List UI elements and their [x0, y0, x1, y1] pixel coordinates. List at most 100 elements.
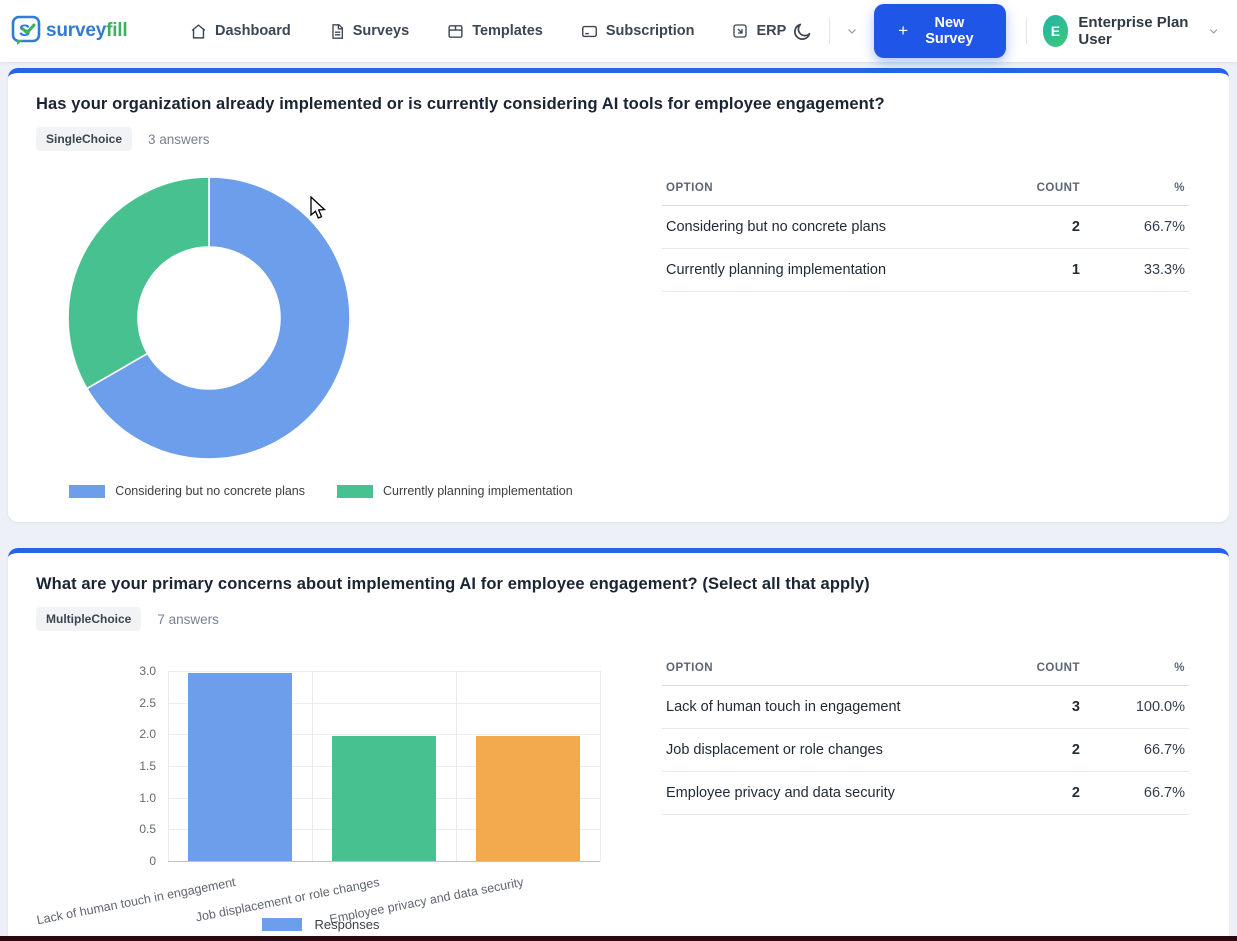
category-separator-line — [168, 671, 169, 861]
table-header-row: OPTION COUNT % — [662, 653, 1189, 686]
question-type-badge: SingleChoice — [36, 127, 132, 151]
pct-cell: 66.7% — [1084, 729, 1189, 772]
results-table-area: OPTION COUNT % Considering but no concre… — [662, 169, 1189, 498]
count-cell: 2 — [964, 772, 1084, 815]
y-axis-tick-label: 0.5 — [36, 822, 156, 836]
pct-cell: 66.7% — [1084, 206, 1189, 249]
donut-slice[interactable] — [68, 177, 209, 389]
nav-item-erp[interactable]: ERP — [732, 23, 786, 39]
column-header-count: COUNT — [964, 173, 1084, 206]
avatar: E — [1043, 15, 1069, 47]
bar[interactable] — [188, 673, 292, 861]
bar-chart-area: 3.02.52.01.51.00.50Lack of human touch i… — [36, 649, 636, 933]
legend-item: Currently planning implementation — [337, 484, 573, 498]
bar-chart-legend: Responses — [36, 917, 606, 932]
nav-item-surveys[interactable]: Surveys — [329, 23, 409, 40]
option-cell: Job displacement or role changes — [662, 729, 964, 772]
home-icon — [190, 23, 207, 40]
column-header-pct: % — [1084, 173, 1189, 206]
brand-logo[interactable]: S surveyfill — [10, 14, 160, 48]
legend-label: Currently planning implementation — [383, 484, 573, 498]
option-cell: Considering but no concrete plans — [662, 206, 964, 249]
nav-item-templates[interactable]: Templates — [447, 23, 543, 40]
legend-swatch — [262, 918, 302, 931]
table-row: Considering but no concrete plans 2 66.7… — [662, 206, 1189, 249]
nav-item-dashboard[interactable]: Dashboard — [190, 23, 291, 40]
column-header-count: COUNT — [964, 653, 1084, 686]
theme-dropdown-button[interactable] — [840, 19, 864, 43]
user-menu[interactable]: E Enterprise Plan User — [1043, 14, 1219, 48]
count-cell: 2 — [964, 206, 1084, 249]
option-cell: Lack of human touch in engagement — [662, 686, 964, 729]
bar[interactable] — [332, 736, 436, 861]
table-row: Employee privacy and data security 2 66.… — [662, 772, 1189, 815]
brand-name: surveyfill — [46, 20, 127, 42]
bottom-edge-bar — [0, 936, 1237, 941]
donut-legend: Considering but no concrete plans Current… — [8, 484, 636, 498]
main-nav: Dashboard Surveys Templates Subscription… — [190, 23, 786, 40]
question-title: What are your primary concerns about imp… — [36, 575, 1201, 594]
results-table: OPTION COUNT % Considering but no concre… — [662, 173, 1189, 292]
count-cell: 1 — [964, 249, 1084, 292]
category-separator-line — [456, 671, 457, 861]
y-axis-tick-label: 0 — [36, 854, 156, 868]
legend-swatch — [69, 485, 105, 498]
table-row: Lack of human touch in engagement 3 100.… — [662, 686, 1189, 729]
external-link-icon — [732, 23, 748, 39]
bar-chart-plot-area — [168, 671, 600, 861]
legend-label: Considering but no concrete plans — [115, 484, 305, 498]
y-axis-tick-label: 2.0 — [36, 727, 156, 741]
y-axis-tick-label: 1.0 — [36, 791, 156, 805]
answers-count: 7 answers — [157, 612, 219, 627]
layout-grid-icon — [447, 23, 464, 40]
nav-label: ERP — [756, 23, 786, 39]
divider — [829, 18, 830, 44]
nav-label: Templates — [472, 23, 543, 39]
results-page: Has your organization already implemente… — [0, 62, 1237, 941]
user-name: Enterprise Plan User — [1078, 14, 1197, 48]
y-axis-tick-label: 1.5 — [36, 759, 156, 773]
column-header-pct: % — [1084, 653, 1189, 686]
table-header-row: OPTION COUNT % — [662, 173, 1189, 206]
y-axis-tick-label: 3.0 — [36, 664, 156, 678]
option-cell: Currently planning implementation — [662, 249, 964, 292]
column-header-option: OPTION — [662, 653, 964, 686]
pct-cell: 33.3% — [1084, 249, 1189, 292]
nav-label: Surveys — [353, 23, 409, 39]
donut-chart-area: Considering but no concrete plans Current… — [36, 169, 636, 498]
nav-label: Subscription — [606, 23, 695, 39]
nav-item-subscription[interactable]: Subscription — [581, 23, 695, 40]
legend-item: Considering but no concrete plans — [69, 484, 305, 498]
surveyfill-logo-icon: S — [10, 14, 44, 48]
pct-cell: 100.0% — [1084, 686, 1189, 729]
moon-icon — [792, 21, 813, 42]
y-axis-tick-label: 2.5 — [36, 696, 156, 710]
question-type-badge: MultipleChoice — [36, 607, 141, 631]
results-table: OPTION COUNT % Lack of human touch in en… — [662, 653, 1189, 815]
divider — [1026, 18, 1027, 44]
bar-chart[interactable]: 3.02.52.01.51.00.50Lack of human touch i… — [36, 665, 606, 933]
column-header-option: OPTION — [662, 173, 964, 206]
category-separator-line — [312, 671, 313, 861]
option-cell: Employee privacy and data security — [662, 772, 964, 815]
pct-cell: 66.7% — [1084, 772, 1189, 815]
new-survey-label: New Survey — [917, 15, 982, 47]
legend-swatch — [337, 485, 373, 498]
table-row: Currently planning implementation 1 33.3… — [662, 249, 1189, 292]
legend-label: Responses — [314, 917, 379, 932]
question-title: Has your organization already implemente… — [36, 95, 1201, 114]
new-survey-button[interactable]: + New Survey — [874, 4, 1006, 58]
bar[interactable] — [476, 736, 580, 861]
theme-toggle-button[interactable] — [786, 15, 819, 48]
chevron-down-icon — [846, 25, 858, 37]
donut-chart[interactable] — [64, 173, 354, 463]
question-card-multiple-choice: What are your primary concerns about imp… — [8, 548, 1229, 941]
results-table-area: OPTION COUNT % Lack of human touch in en… — [662, 649, 1189, 933]
nav-label: Dashboard — [215, 23, 291, 39]
question-card-single-choice: Has your organization already implemente… — [8, 68, 1229, 522]
answers-count: 3 answers — [148, 132, 210, 147]
plus-icon: + — [898, 21, 908, 41]
gridline — [168, 861, 600, 862]
top-navigation-bar: S surveyfill Dashboard Surveys Templates… — [0, 0, 1237, 62]
category-separator-line — [600, 671, 601, 861]
